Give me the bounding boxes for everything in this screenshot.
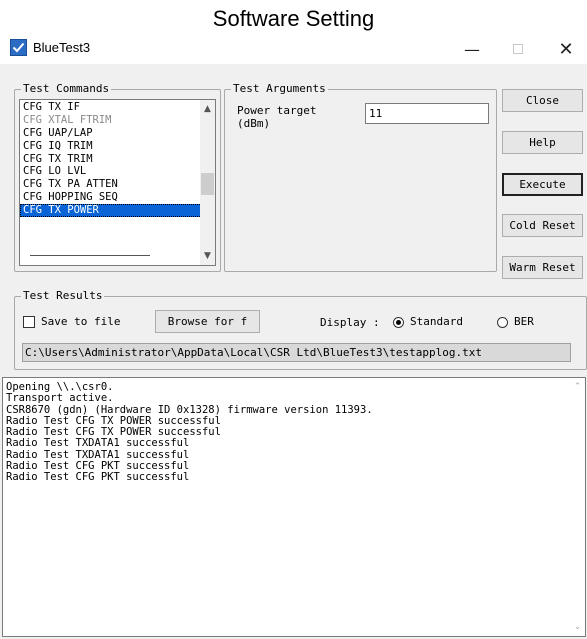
display-ber-radio[interactable]: [497, 317, 508, 328]
command-list-item[interactable]: CFG IQ TRIM: [20, 140, 202, 153]
scroll-thumb[interactable]: [201, 173, 214, 195]
test-commands-listbox[interactable]: CFG TX IF CFG XTAL FTRIM CFG UAP/LAP CFG IQ…: [19, 99, 216, 266]
test-commands-group: Test Commands CFG TX IF CFG XTAL FTRIM CFG…: [14, 82, 221, 272]
log-scroll-up-icon[interactable]: ⌃: [570, 380, 585, 394]
list-scrollbar[interactable]: ▲ ▼: [200, 100, 215, 265]
test-results-legend: Test Results: [21, 289, 105, 302]
window-title: BlueTest3: [33, 40, 91, 55]
command-list-item[interactable]: CFG HOPPING SEQ: [20, 191, 202, 204]
save-to-file-label: Save to file: [41, 315, 121, 328]
command-list-item[interactable]: CFG TX PA ATTEN: [20, 178, 202, 191]
command-list-item[interactable]: CFG TX POWER: [20, 204, 202, 218]
display-standard-radio[interactable]: [393, 317, 404, 328]
app-checkbox-icon: [10, 39, 27, 56]
execute-button[interactable]: Execute: [502, 173, 583, 196]
minimize-button[interactable]: —: [452, 36, 492, 62]
test-commands-legend: Test Commands: [21, 82, 112, 95]
test-arguments-legend: Test Arguments: [231, 82, 328, 95]
help-button[interactable]: Help: [502, 131, 583, 154]
log-file-path: C:\Users\Administrator\AppData\Local\CSR…: [22, 343, 571, 362]
command-list-item[interactable]: CFG TX TRIM: [20, 153, 202, 166]
scroll-up-icon[interactable]: ▲: [200, 102, 215, 116]
power-target-label: Power target (dBm): [237, 104, 317, 130]
save-to-file-checkbox[interactable]: [23, 316, 35, 328]
maximize-button[interactable]: [498, 36, 538, 62]
display-standard-label: Standard: [410, 315, 463, 328]
title-bar: BlueTest3 — ✕: [0, 34, 587, 64]
warm-reset-button[interactable]: Warm Reset: [502, 256, 583, 279]
page-heading: Software Setting: [212, 6, 375, 31]
close-button[interactable]: Close: [502, 89, 583, 112]
display-label: Display :: [320, 316, 380, 329]
list-separator: [30, 255, 150, 256]
command-list-item[interactable]: CFG XTAL FTRIM: [20, 114, 202, 127]
browse-button[interactable]: Browse for f: [155, 310, 260, 333]
command-list-item[interactable]: CFG UAP/LAP: [20, 127, 202, 140]
test-arguments-group: Test Arguments Power target (dBm): [224, 82, 497, 272]
command-list-item[interactable]: CFG TX IF: [20, 101, 202, 114]
log-scroll-down-icon[interactable]: ⌄: [570, 620, 585, 634]
close-window-button[interactable]: ✕: [546, 36, 586, 62]
log-line: Radio Test CFG PKT successful: [6, 471, 190, 484]
cold-reset-button[interactable]: Cold Reset: [502, 214, 583, 237]
log-scrollbar[interactable]: ⌃ ⌄: [570, 378, 585, 636]
display-ber-label: BER: [514, 315, 534, 328]
scroll-down-icon[interactable]: ▼: [200, 249, 215, 263]
maximize-icon: [513, 44, 523, 54]
output-log[interactable]: Opening \\.\csr0. Transport active. CSR867…: [2, 377, 586, 637]
log-line: Transport active.: [6, 392, 114, 405]
dialog-client-area: Test Commands CFG TX IF CFG XTAL FTRIM CFG…: [0, 64, 587, 639]
command-list-item[interactable]: CFG LO LVL: [20, 165, 202, 178]
power-target-input[interactable]: [365, 103, 489, 124]
